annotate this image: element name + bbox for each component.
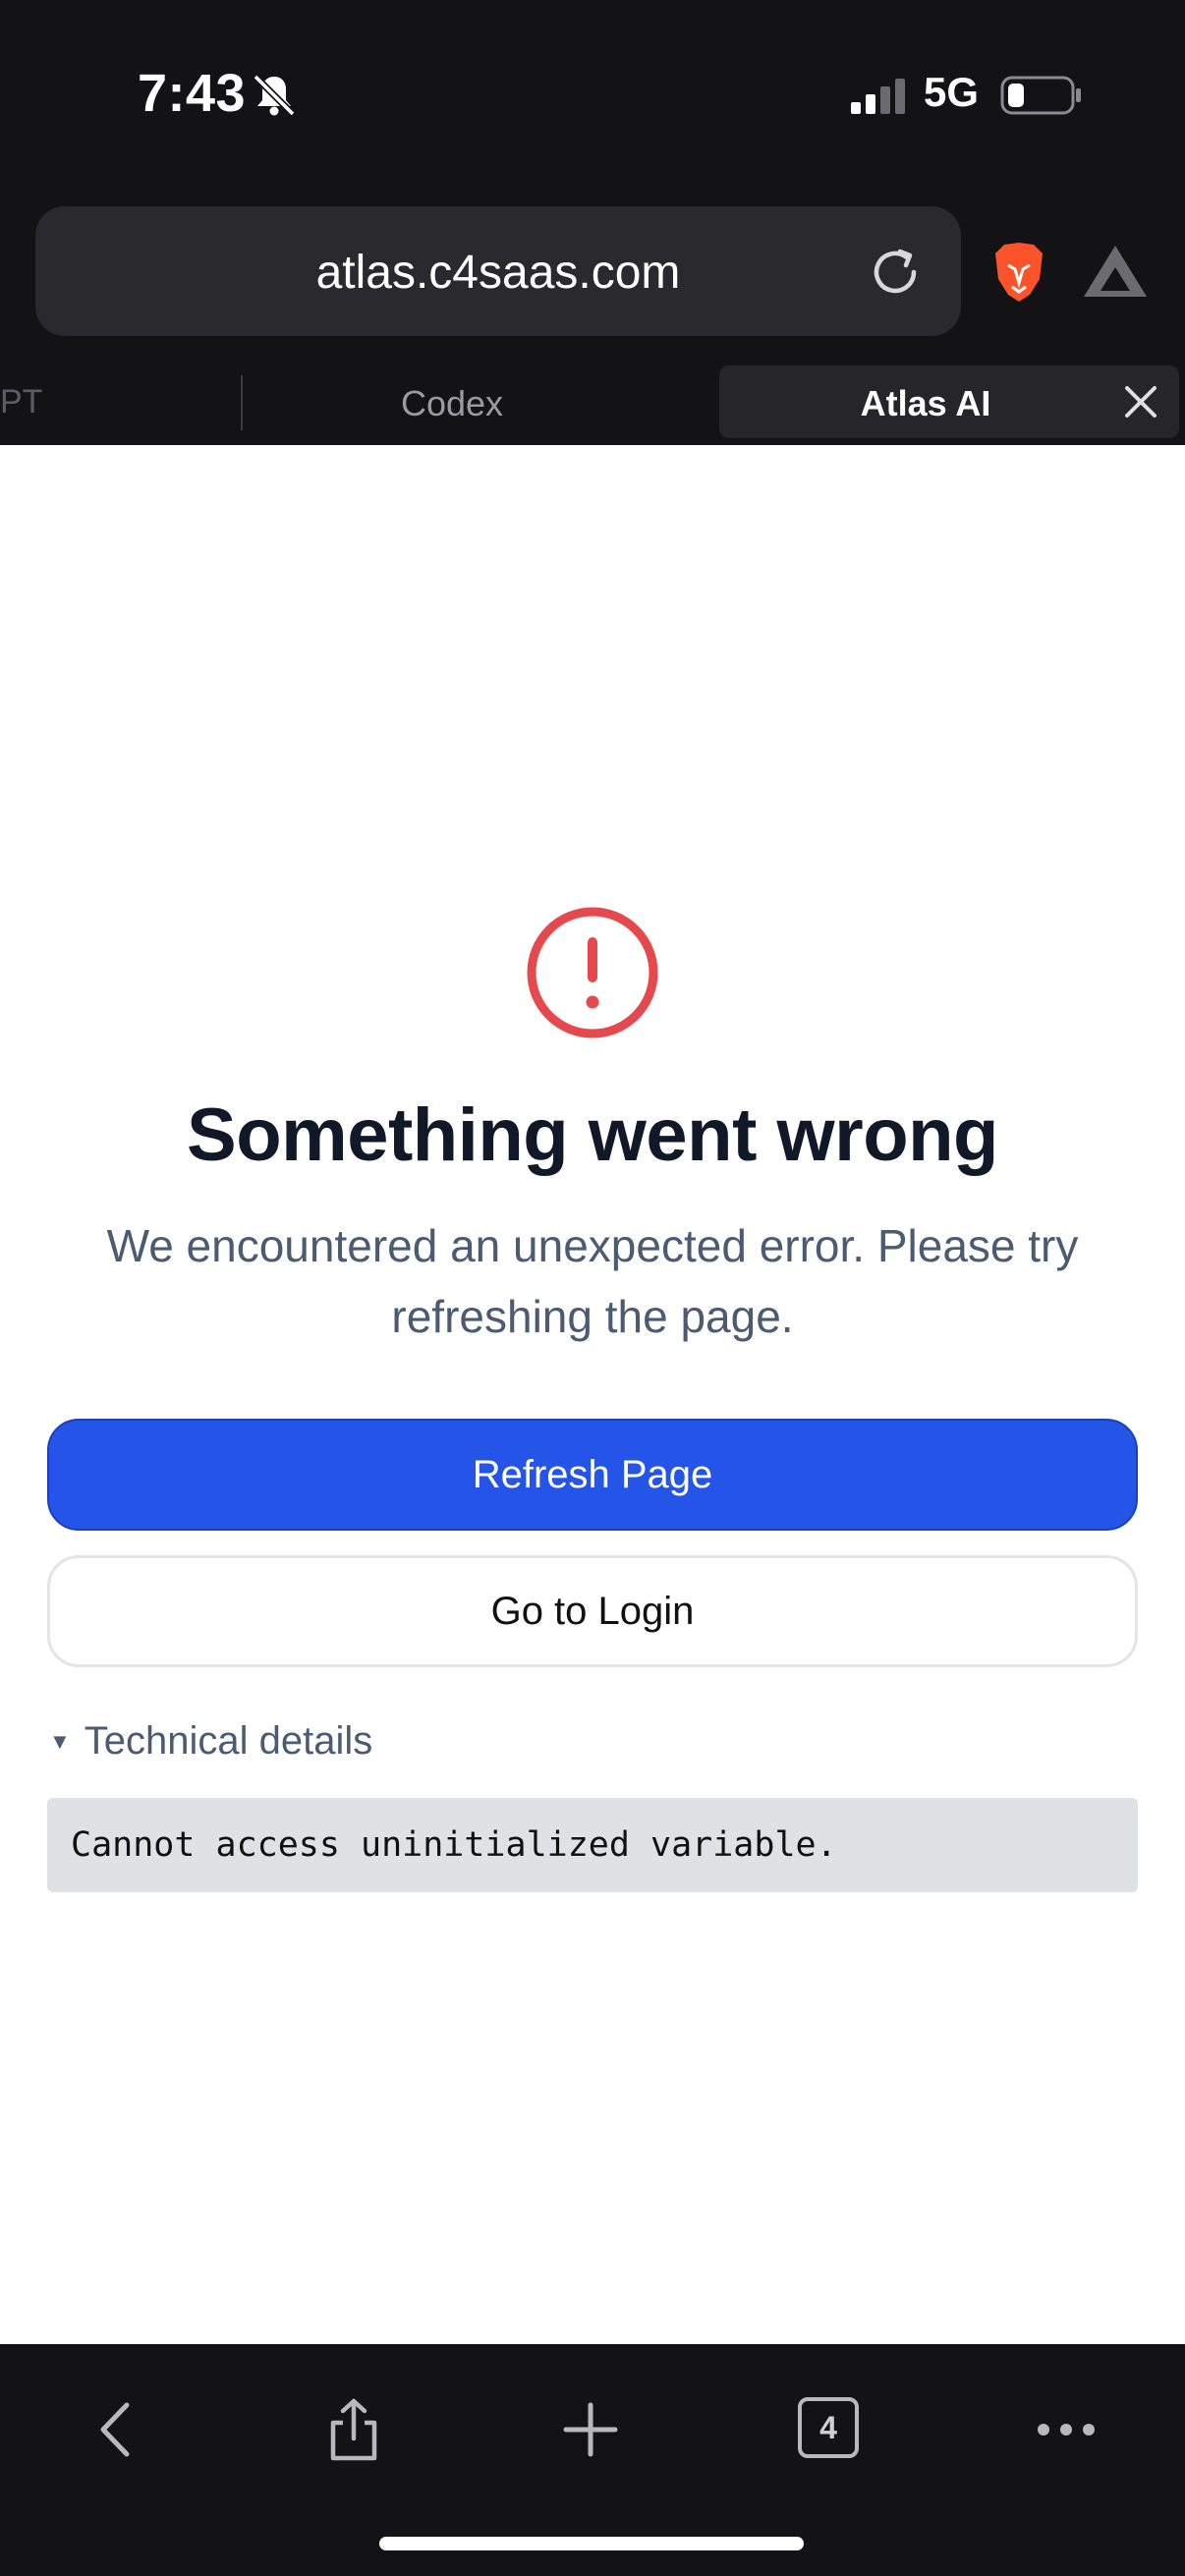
address-bar[interactable]: atlas.c4saas.com	[35, 206, 961, 336]
signal-icon	[851, 79, 905, 114]
more-icon[interactable]	[1032, 2395, 1100, 2464]
browser-top-chrome: 7:43 5G atlas.c4saas.com PT Codex Atlas …	[0, 0, 1185, 445]
technical-details-box: Cannot access uninitialized variable.	[47, 1798, 1138, 1892]
technical-details-label: Technical details	[84, 1719, 373, 1763]
error-detail-text: Cannot access uninitialized variable.	[71, 1825, 837, 1865]
go-to-login-button[interactable]: Go to Login	[47, 1555, 1138, 1667]
reload-icon[interactable]	[863, 240, 928, 305]
tab-atlas-ai[interactable]: Atlas AI	[719, 365, 1179, 438]
new-tab-icon[interactable]	[556, 2395, 625, 2464]
battery-icon	[1000, 76, 1081, 115]
close-icon[interactable]	[1122, 383, 1159, 420]
url-text[interactable]: atlas.c4saas.com	[35, 246, 961, 300]
tab-atlas-ai-label: Atlas AI	[860, 383, 991, 423]
tab-codex[interactable]: Codex	[334, 383, 570, 424]
share-icon[interactable]	[319, 2395, 388, 2464]
tab-divider	[241, 375, 243, 430]
back-icon[interactable]	[84, 2395, 152, 2464]
network-type: 5G	[924, 69, 980, 115]
technical-details-toggle[interactable]: ▼ Technical details	[49, 1719, 372, 1764]
tab-previous[interactable]: PT	[0, 383, 42, 421]
home-indicator[interactable]	[379, 2537, 804, 2550]
tab-strip: PT Codex Atlas AI	[0, 364, 1185, 440]
brave-rewards-icon[interactable]	[1081, 242, 1150, 301]
error-title: Something went wrong	[187, 1093, 998, 1177]
tabs-icon[interactable]: 4	[798, 2397, 859, 2458]
refresh-page-button[interactable]: Refresh Page	[47, 1419, 1138, 1531]
error-message: We encountered an unexpected error. Plea…	[106, 1220, 1079, 1342]
caret-down-icon: ▼	[49, 1728, 71, 1754]
brave-lion-icon[interactable]	[988, 240, 1049, 305]
bell-slash-icon	[253, 74, 296, 117]
status-time: 7:43	[138, 64, 247, 123]
error-alert-icon	[527, 907, 658, 1038]
